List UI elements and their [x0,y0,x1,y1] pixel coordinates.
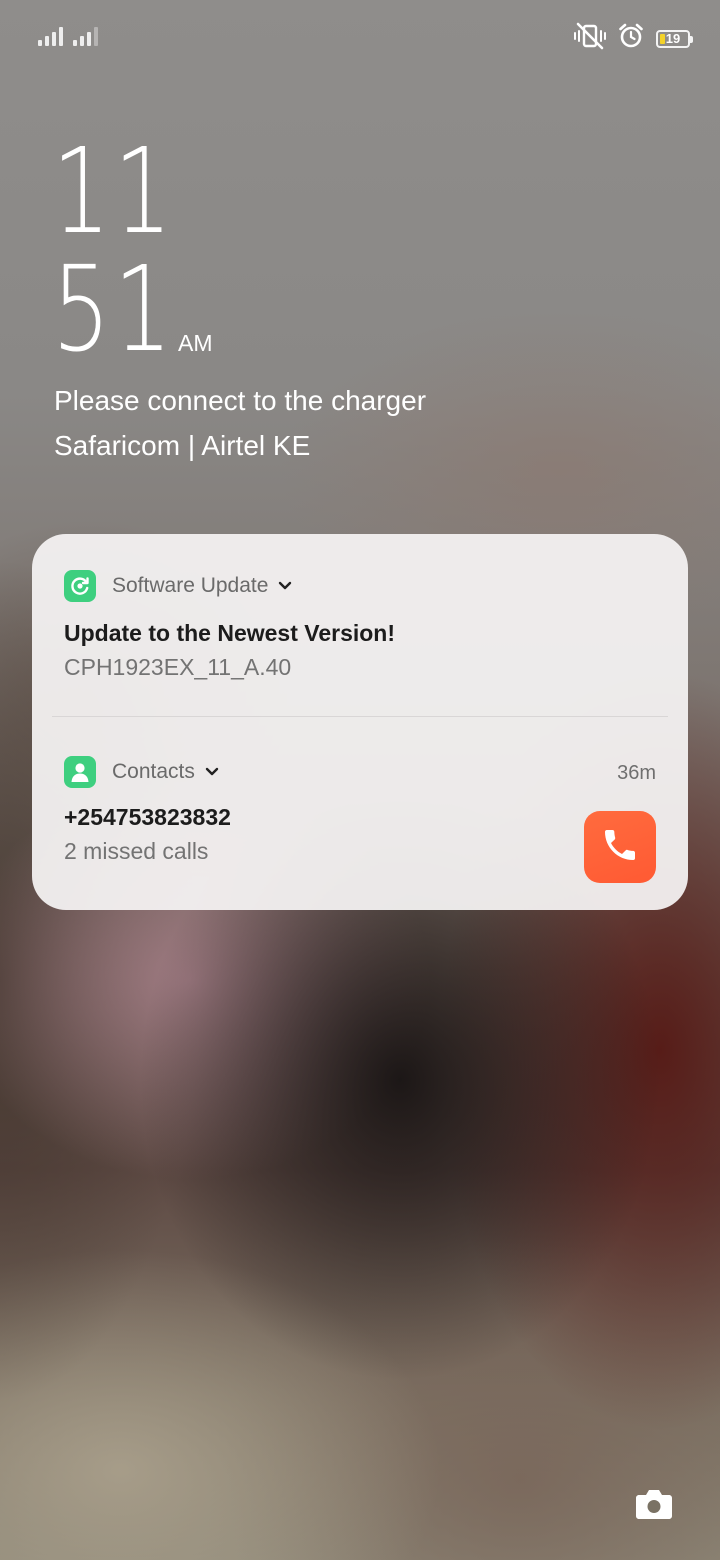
notification-card[interactable]: Software Update Update to the Newest Ver… [32,534,688,910]
sim2-signal-icon [73,26,98,46]
vibrate-mute-icon [574,22,606,55]
contacts-notification-header[interactable]: Contacts [64,756,219,788]
camera-shortcut[interactable] [634,1488,674,1524]
notification-divider [52,716,668,717]
alarm-clock-icon [618,23,644,54]
phone-icon [600,825,640,870]
battery-icon: 19 [656,29,693,48]
clock-minute: 51 [52,240,176,378]
status-bar-left [38,26,98,46]
notification-time: 36m [617,762,656,784]
missed-call-count: 2 missed calls [64,838,209,864]
camera-icon [635,1488,673,1525]
call-back-button[interactable] [584,811,656,883]
clock-hour: 11 [52,122,176,260]
clock-ampm: AM [178,330,213,356]
sim1-signal-icon [38,26,63,46]
notification-app-name: Software Update [112,574,269,597]
notification-title: Update to the Newest Version! [64,620,396,646]
notification-body: CPH1923EX_11_A.40 [64,654,292,680]
contacts-icon [64,756,96,788]
carrier-names: Safaricom | Airtel KE [54,430,311,461]
chevron-down-icon[interactable] [278,581,292,591]
software-update-notification-header[interactable]: Software Update [64,570,292,602]
chevron-down-icon[interactable] [205,767,219,777]
status-bar-right: 19 [574,22,693,55]
notification-app-name: Contacts [112,760,195,783]
charging-message: Please connect to the charger [54,385,427,416]
battery-percentage: 19 [665,30,681,46]
software-update-icon [64,570,96,602]
missed-call-number: +254753823832 [64,804,231,830]
